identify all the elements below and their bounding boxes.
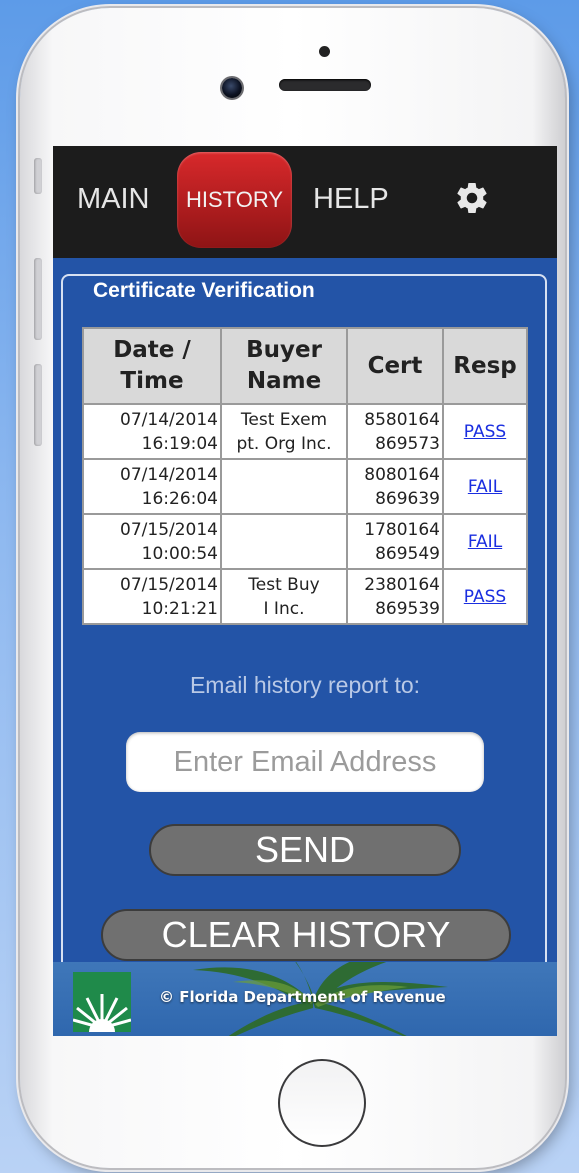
nav-history-tab[interactable]: HISTORY xyxy=(177,152,292,248)
table-row: 07/15/2014 10:21:21 Test Buy I Inc. 2380164 8… xyxy=(82,568,528,625)
cell-resp: PASS xyxy=(442,403,528,460)
cell-date-time-line: 16:26:04 xyxy=(141,488,218,509)
history-table-body: 07/14/2014 16:19:04 Test Exem pt. Org Inc. 8… xyxy=(82,403,528,625)
cell-date-time-line: 10:00:54 xyxy=(141,543,218,564)
cell-buyer-name: Test Buy I Inc. xyxy=(220,568,348,625)
nav-help-tab[interactable]: HELP xyxy=(313,183,389,216)
email-history-label: Email history report to: xyxy=(189,672,421,698)
cell-cert-line: 2380164 xyxy=(364,574,440,595)
app-screen: MAIN HISTORY HELP Certificate Verificati… xyxy=(53,146,557,1036)
volume-down-button xyxy=(34,364,42,446)
table-row: 07/15/2014 10:00:54 1780164 869549 FAIL xyxy=(82,513,528,570)
cell-cert-line: 869539 xyxy=(375,598,440,619)
cell-date-time: 07/14/2014 16:26:04 xyxy=(82,458,222,515)
clear-history-button[interactable]: CLEAR HISTORY xyxy=(101,909,511,961)
history-table: Date / Time Buyer Name Cert Resp 07/14/2… xyxy=(82,327,528,625)
gear-icon[interactable] xyxy=(454,180,490,216)
cell-date-time-line: 07/15/2014 xyxy=(120,519,218,540)
earpiece-speaker xyxy=(279,79,371,91)
cell-date-time-line: 07/15/2014 xyxy=(120,574,218,595)
email-address-input[interactable] xyxy=(126,732,484,792)
cell-buyer-name-line: pt. Org Inc. xyxy=(236,433,332,454)
home-button[interactable] xyxy=(278,1059,366,1147)
header-cert: Cert xyxy=(346,327,444,405)
table-row: 07/14/2014 16:19:04 Test Exem pt. Org Inc. 8… xyxy=(82,403,528,460)
cell-cert-line: 1780164 xyxy=(364,519,440,540)
resp-link[interactable]: PASS xyxy=(464,422,506,442)
cell-cert: 2380164 869539 xyxy=(346,568,444,625)
cell-buyer-name xyxy=(220,513,348,570)
cell-date-time: 07/15/2014 10:21:21 xyxy=(82,568,222,625)
resp-link[interactable]: FAIL xyxy=(468,477,502,497)
cell-cert-line: 869639 xyxy=(375,488,440,509)
send-button[interactable]: SEND xyxy=(149,824,461,876)
resp-link[interactable]: PASS xyxy=(464,587,506,607)
proximity-sensor xyxy=(319,46,330,57)
cell-date-time-line: 10:21:21 xyxy=(141,598,218,619)
top-nav-bar: MAIN HISTORY HELP xyxy=(53,146,557,258)
cell-resp: FAIL xyxy=(442,513,528,570)
cell-cert: 8080164 869639 xyxy=(346,458,444,515)
cell-resp: PASS xyxy=(442,568,528,625)
header-date-label: Date / xyxy=(113,337,191,363)
resp-link[interactable]: FAIL xyxy=(468,532,502,552)
table-row: 07/14/2014 16:26:04 8080164 869639 FAIL xyxy=(82,458,528,515)
cell-resp: FAIL xyxy=(442,458,528,515)
nav-history-label: HISTORY xyxy=(186,187,283,212)
cell-buyer-name xyxy=(220,458,348,515)
mute-switch xyxy=(34,158,42,194)
section-legend: Certificate Verification xyxy=(87,276,321,306)
footer-banner: © Florida Department of Revenue xyxy=(53,962,557,1036)
cell-date-time-line: 07/14/2014 xyxy=(120,409,218,430)
cell-cert-line: 8580164 xyxy=(364,409,440,430)
cell-cert-line: 869549 xyxy=(375,543,440,564)
header-time-label: Time xyxy=(120,368,184,394)
cell-cert-line: 869573 xyxy=(375,433,440,454)
cell-date-time-line: 07/14/2014 xyxy=(120,464,218,485)
cell-buyer-name-line: Test Buy xyxy=(248,574,320,595)
cell-cert-line: 8080164 xyxy=(364,464,440,485)
cell-date-time: 07/14/2014 16:19:04 xyxy=(82,403,222,460)
header-resp: Resp xyxy=(442,327,528,405)
header-name-label: Name xyxy=(246,368,322,394)
cell-buyer-name: Test Exem pt. Org Inc. xyxy=(220,403,348,460)
florida-dor-logo-icon xyxy=(73,972,131,1032)
cell-cert: 8580164 869573 xyxy=(346,403,444,460)
header-buyer-label: Buyer xyxy=(246,337,322,363)
volume-up-button xyxy=(34,258,42,340)
front-camera xyxy=(222,78,242,98)
cell-cert: 1780164 869549 xyxy=(346,513,444,570)
cell-buyer-name-line: I Inc. xyxy=(263,598,305,619)
header-date-time: Date / Time xyxy=(82,327,222,405)
header-buyer-name: Buyer Name xyxy=(220,327,348,405)
cell-date-time: 07/15/2014 10:00:54 xyxy=(82,513,222,570)
cell-buyer-name-line: Test Exem xyxy=(240,409,328,430)
nav-main-tab[interactable]: MAIN xyxy=(77,183,150,216)
table-header-row: Date / Time Buyer Name Cert Resp xyxy=(82,327,528,405)
footer-copyright: © Florida Department of Revenue xyxy=(159,988,446,1006)
cell-date-time-line: 16:19:04 xyxy=(141,433,218,454)
